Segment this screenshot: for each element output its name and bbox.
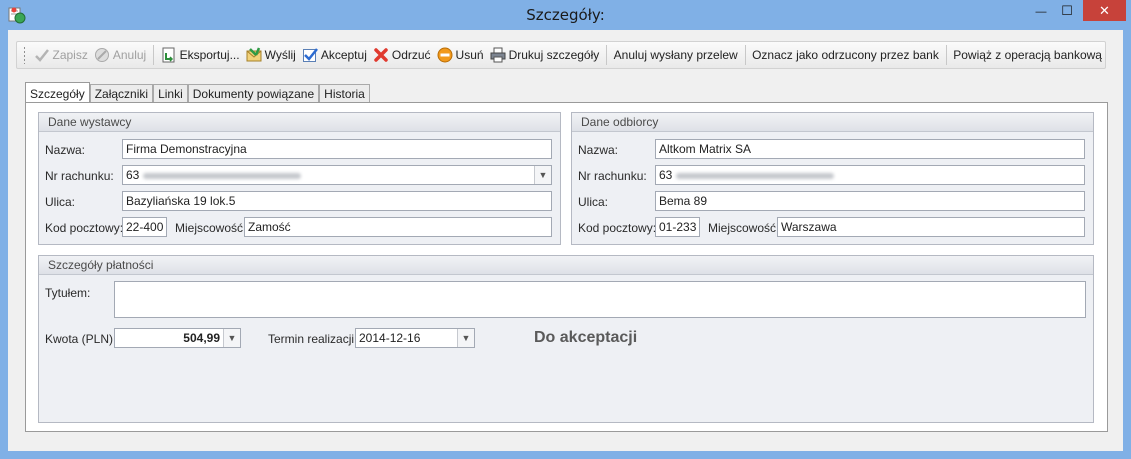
mark-rejected-button[interactable]: Oznacz jako odrzucony przez bank xyxy=(749,43,942,67)
link-bank-operation-label: Powiąż z operacją bankową xyxy=(953,48,1102,62)
due-date-label: Termin realizacji: xyxy=(268,332,358,346)
print-details-label: Drukuj szczegóły xyxy=(508,48,600,62)
maximize-button[interactable]: ☐ xyxy=(1054,0,1080,22)
chevron-down-icon[interactable]: ▼ xyxy=(457,329,474,347)
tab-label: Załączniki xyxy=(94,87,149,101)
due-date-value: 2014-12-16 xyxy=(359,331,421,345)
delete-icon xyxy=(437,47,453,63)
send-label: Wyślij xyxy=(264,48,296,62)
accept-label: Akceptuj xyxy=(320,48,367,62)
export-label: Eksportuj... xyxy=(179,48,240,62)
recipient-account-prefix: 63 xyxy=(659,168,673,182)
amount-value: 504,99 xyxy=(183,331,220,345)
mark-rejected-label: Oznacz jako odrzucony przez bank xyxy=(752,48,939,62)
print-details-button[interactable]: Drukuj szczegóły xyxy=(487,43,603,67)
printer-icon xyxy=(490,47,506,63)
delete-button[interactable]: Usuń xyxy=(434,43,487,67)
maximize-icon: ☐ xyxy=(1061,3,1073,18)
tab-label: Dokumenty powiązane xyxy=(192,87,315,101)
client-area: Zapisz Anuluj Eksportuj... Wyślij Akcept… xyxy=(8,30,1123,451)
recipient-group-header: Dane odbiorcy xyxy=(572,113,1093,132)
issuer-city-label: Miejscowość: xyxy=(175,221,247,235)
issuer-account-prefix: 63 xyxy=(126,168,140,182)
cancel-sent-transfer-button[interactable]: Anuluj wysłany przelew xyxy=(611,43,741,67)
link-bank-operation-button[interactable]: Powiąż z operacją bankową xyxy=(950,43,1105,67)
issuer-city-field[interactable]: Zamość xyxy=(244,217,552,237)
delete-label: Usuń xyxy=(455,48,484,62)
tab-strip: Szczegóły Załączniki Linki Dokumenty pow… xyxy=(25,82,370,104)
issuer-name-field[interactable]: Firma Demonstracyjna xyxy=(122,139,552,159)
export-icon xyxy=(161,47,177,63)
issuer-group-header: Dane wystawcy xyxy=(39,113,560,132)
amount-field[interactable]: 504,99 ▼ xyxy=(114,328,241,348)
recipient-account-field[interactable]: 63 xyxy=(655,165,1085,185)
minimize-button[interactable]: — xyxy=(1028,0,1054,22)
amount-label: Kwota (PLN): xyxy=(45,332,117,346)
accept-icon xyxy=(302,47,318,63)
save-button[interactable]: Zapisz xyxy=(31,43,91,67)
issuer-street-field[interactable]: Bazyliańska 19 lok.5 xyxy=(122,191,552,211)
recipient-name-field[interactable]: Altkom Matrix SA xyxy=(655,139,1085,159)
tab-label: Historia xyxy=(324,87,365,101)
issuer-postcode-label: Kod pocztowy: xyxy=(45,221,124,235)
cancel-label: Anuluj xyxy=(112,48,147,62)
checkmark-icon xyxy=(34,47,50,63)
recipient-name-label: Nazwa: xyxy=(578,143,619,157)
payment-details-header: Szczegóły płatności xyxy=(39,256,1093,275)
due-date-picker[interactable]: 2014-12-16 ▼ xyxy=(355,328,475,348)
save-label: Zapisz xyxy=(52,48,88,62)
close-button[interactable]: ✕ xyxy=(1083,0,1126,21)
tab-details[interactable]: Szczegóły xyxy=(25,82,90,104)
cancel-icon xyxy=(94,47,110,63)
reject-icon xyxy=(373,47,389,63)
details-tab-panel: Dane wystawcy Nazwa: Firma Demonstracyjn… xyxy=(25,102,1108,432)
tab-links[interactable]: Linki xyxy=(153,84,188,103)
application-window: Szczegóły: — ☐ ✕ Zapisz Anuluj Eksportuj… xyxy=(0,0,1131,459)
toolbar-grip-icon[interactable] xyxy=(23,46,25,64)
recipient-group: Dane odbiorcy Nazwa: Altkom Matrix SA Nr… xyxy=(571,112,1094,245)
chevron-down-icon[interactable]: ▼ xyxy=(534,166,551,184)
accept-button[interactable]: Akceptuj xyxy=(299,43,370,67)
payment-title-field[interactable] xyxy=(114,281,1086,318)
issuer-postcode-field[interactable]: 22-400 xyxy=(122,217,167,237)
recipient-city-field[interactable]: Warszawa xyxy=(777,217,1085,237)
recipient-postcode-label: Kod pocztowy: xyxy=(578,221,657,235)
reject-label: Odrzuć xyxy=(391,48,431,62)
tab-label: Linki xyxy=(158,87,183,101)
issuer-group: Dane wystawcy Nazwa: Firma Demonstracyjn… xyxy=(38,112,561,245)
recipient-street-label: Ulica: xyxy=(578,195,609,209)
recipient-city-label: Miejscowość: xyxy=(708,221,780,235)
send-icon xyxy=(246,47,262,63)
cancel-button[interactable]: Anuluj xyxy=(91,43,149,67)
redacted-account-number xyxy=(143,172,302,179)
cancel-sent-transfer-label: Anuluj wysłany przelew xyxy=(613,48,738,62)
tab-related-documents[interactable]: Dokumenty powiązane xyxy=(187,84,320,103)
export-button[interactable]: Eksportuj... xyxy=(158,43,243,67)
minimize-icon: — xyxy=(1035,6,1047,18)
recipient-street-field[interactable]: Bema 89 xyxy=(655,191,1085,211)
close-icon: ✕ xyxy=(1099,2,1110,18)
chevron-down-icon[interactable]: ▼ xyxy=(223,329,240,347)
tab-label: Szczegóły xyxy=(30,86,85,101)
issuer-street-label: Ulica: xyxy=(45,195,76,209)
toolbar: Zapisz Anuluj Eksportuj... Wyślij Akcept… xyxy=(16,41,1106,69)
issuer-name-label: Nazwa: xyxy=(45,143,86,157)
window-title: Szczegóły: xyxy=(526,6,605,24)
tab-history[interactable]: Historia xyxy=(319,84,370,103)
tab-attachments[interactable]: Załączniki xyxy=(89,84,154,103)
status-label: Do akceptacji xyxy=(534,329,638,346)
issuer-account-label: Nr rachunku: xyxy=(45,169,114,183)
redacted-account-number xyxy=(676,172,835,179)
title-bar[interactable]: Szczegóły: — ☐ ✕ xyxy=(0,0,1131,30)
reject-button[interactable]: Odrzuć xyxy=(370,43,434,67)
recipient-postcode-field[interactable]: 01-233 xyxy=(655,217,700,237)
issuer-account-dropdown[interactable]: 63 ▼ xyxy=(122,165,552,185)
recipient-account-label: Nr rachunku: xyxy=(578,169,647,183)
payment-title-label: Tytułem: xyxy=(45,286,91,300)
send-button[interactable]: Wyślij xyxy=(243,43,299,67)
